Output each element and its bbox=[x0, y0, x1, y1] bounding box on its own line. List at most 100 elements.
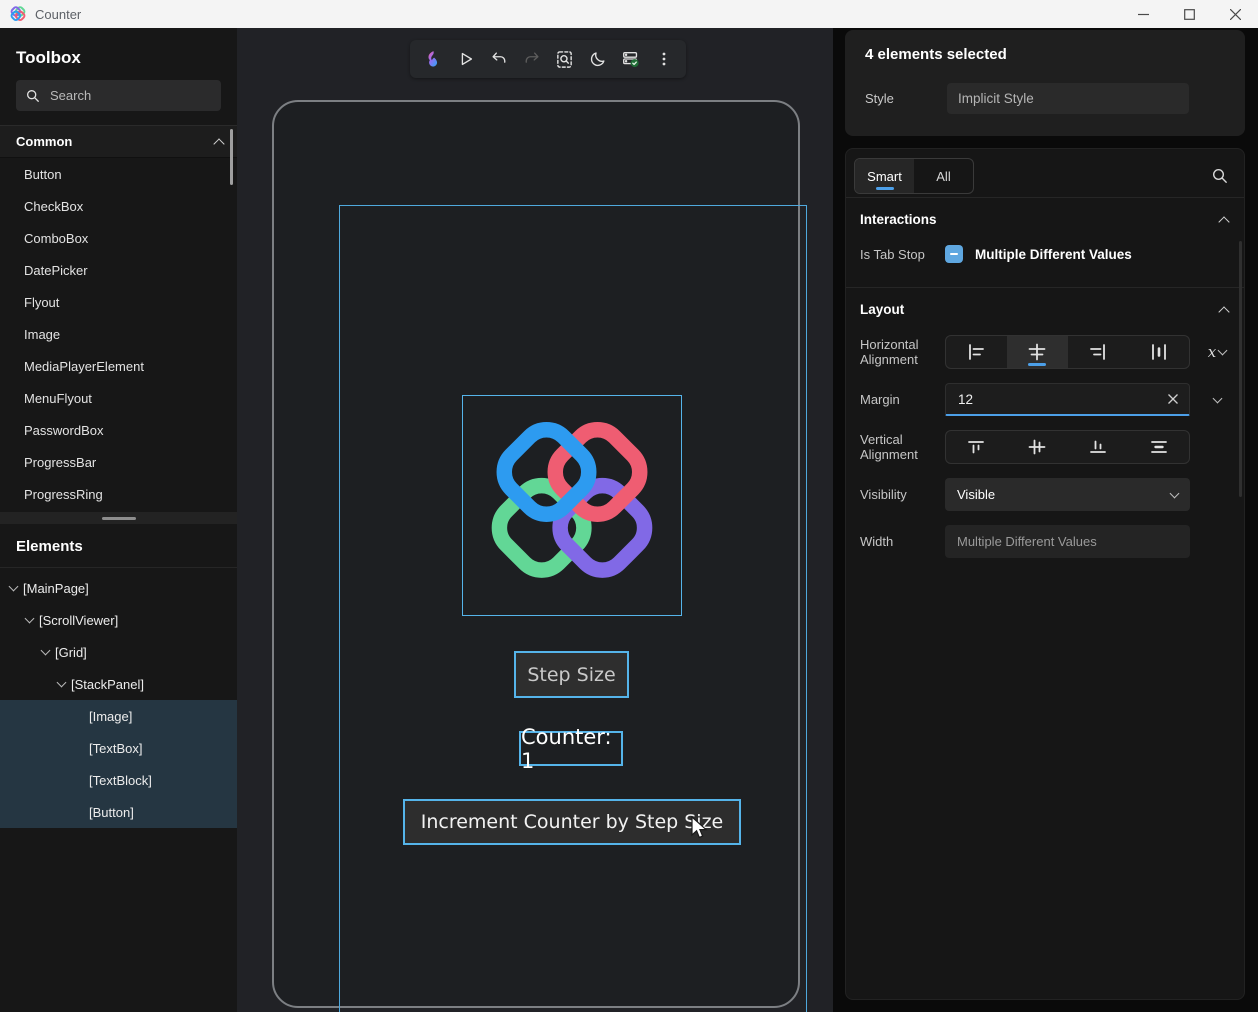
visibility-value: Visible bbox=[957, 487, 995, 502]
visibility-select[interactable]: Visible bbox=[945, 478, 1190, 511]
toolbox-list: Button CheckBox ComboBox DatePicker bbox=[0, 158, 237, 510]
chevron-down-icon[interactable] bbox=[25, 613, 35, 623]
valign-stretch-button[interactable] bbox=[1128, 431, 1189, 463]
margin-label: Margin bbox=[860, 392, 945, 407]
toolbox-item[interactable]: Button bbox=[0, 158, 237, 190]
margin-input-wrap bbox=[945, 383, 1190, 416]
chevron-down-icon[interactable] bbox=[57, 677, 67, 687]
properties-tabs: Smart All bbox=[846, 155, 1244, 197]
width-label: Width bbox=[860, 534, 945, 549]
toolbox-item-label: Button bbox=[24, 167, 62, 182]
search-input[interactable] bbox=[50, 88, 180, 103]
increment-button-label: Increment Counter by Step Size bbox=[421, 811, 724, 833]
properties-card: Smart All Interactions bbox=[845, 148, 1245, 1000]
window-title: Counter bbox=[35, 7, 81, 22]
mouse-cursor bbox=[688, 816, 710, 842]
tree-item[interactable]: [TextBlock] bbox=[0, 764, 237, 796]
toolbox-item-label: ProgressRing bbox=[24, 487, 103, 502]
tree-item[interactable]: [Image] bbox=[0, 700, 237, 732]
visibility-label: Visibility bbox=[860, 487, 945, 502]
toolbox-item[interactable]: MenuFlyout bbox=[0, 382, 237, 414]
halign-left-button[interactable] bbox=[946, 336, 1007, 368]
valign-center-button[interactable] bbox=[1007, 431, 1068, 463]
panel-splitter[interactable] bbox=[0, 512, 237, 524]
tree-item-label: [Image] bbox=[89, 709, 132, 724]
width-input[interactable]: Multiple Different Values bbox=[945, 525, 1190, 558]
toolbox-item[interactable]: Image bbox=[0, 318, 237, 350]
tree-item[interactable]: [MainPage] bbox=[0, 572, 237, 604]
tree-item-label: [TextBox] bbox=[89, 741, 142, 756]
halign-stretch-button[interactable] bbox=[1128, 336, 1189, 368]
toolbox-item-label: ComboBox bbox=[24, 231, 88, 246]
halign-binding-dropdown[interactable]: x bbox=[1190, 343, 1244, 361]
toolbox-item[interactable]: ProgressRing bbox=[0, 478, 237, 510]
toolbox-item-label: Flyout bbox=[24, 295, 59, 310]
minimize-button[interactable] bbox=[1120, 0, 1166, 28]
tab-smart[interactable]: Smart bbox=[855, 159, 914, 193]
tree-item-label: [Button] bbox=[89, 805, 134, 820]
tree-item[interactable]: [ScrollViewer] bbox=[0, 604, 237, 636]
tree-item[interactable]: [Grid] bbox=[0, 636, 237, 668]
counter-text: Counter: 1 bbox=[521, 725, 621, 773]
chevron-up-icon bbox=[1218, 216, 1229, 227]
chevron-down-icon[interactable] bbox=[41, 645, 51, 655]
step-size-placeholder: Step Size bbox=[527, 664, 615, 686]
section-label: Common bbox=[16, 134, 72, 149]
chevron-up-icon bbox=[213, 138, 224, 149]
hot-design-flame-icon[interactable] bbox=[418, 44, 447, 74]
style-input[interactable]: Implicit Style bbox=[947, 83, 1189, 114]
tab-all[interactable]: All bbox=[914, 159, 973, 193]
design-canvas[interactable]: Step Size Counter: 1 Increment Counter b… bbox=[237, 28, 833, 1012]
theme-moon-icon[interactable] bbox=[583, 44, 612, 74]
tree-item[interactable]: [TextBox] bbox=[0, 732, 237, 764]
play-button[interactable] bbox=[451, 44, 480, 74]
search-icon bbox=[26, 89, 40, 103]
chevron-down-icon bbox=[1212, 393, 1222, 403]
valign-bottom-button[interactable] bbox=[1068, 431, 1129, 463]
horizontal-alignment-label: Horizontal Alignment bbox=[860, 337, 945, 367]
image-element[interactable] bbox=[462, 395, 682, 616]
runtime-status-icon[interactable] bbox=[616, 44, 645, 74]
valign-top-button[interactable] bbox=[946, 431, 1007, 463]
halign-center-button[interactable] bbox=[1007, 336, 1068, 368]
maximize-button[interactable] bbox=[1166, 0, 1212, 28]
toolbox-item-label: CheckBox bbox=[24, 199, 83, 214]
is-tab-stop-label: Is Tab Stop bbox=[860, 247, 945, 262]
toolbox-search[interactable] bbox=[16, 80, 221, 111]
selection-card: 4 elements selected Style Implicit Style bbox=[845, 30, 1245, 136]
tree-item[interactable]: [Button] bbox=[0, 796, 237, 828]
counter-textblock[interactable]: Counter: 1 bbox=[519, 731, 623, 766]
more-options-button[interactable] bbox=[649, 44, 678, 74]
toolbox-item-label: DatePicker bbox=[24, 263, 88, 278]
is-tab-stop-checkbox[interactable] bbox=[945, 245, 963, 263]
undo-button[interactable] bbox=[484, 44, 513, 74]
clear-margin-button[interactable] bbox=[1167, 393, 1179, 405]
style-value: Implicit Style bbox=[958, 91, 1034, 106]
toolbox-item[interactable]: ComboBox bbox=[0, 222, 237, 254]
properties-scrollbar[interactable] bbox=[1239, 241, 1242, 497]
toolbox-item[interactable]: PasswordBox bbox=[0, 414, 237, 446]
toolbox-item[interactable]: CheckBox bbox=[0, 190, 237, 222]
toolbox-scrollbar[interactable] bbox=[230, 129, 233, 185]
margin-expand-dropdown[interactable] bbox=[1190, 398, 1244, 402]
zoom-selection-icon[interactable] bbox=[550, 44, 579, 74]
toolbox-item[interactable]: DatePicker bbox=[0, 254, 237, 286]
chevron-down-icon[interactable] bbox=[9, 581, 19, 591]
left-panel: Toolbox Common Button Che bbox=[0, 28, 237, 1012]
app-logo-image bbox=[469, 403, 675, 609]
step-size-textbox[interactable]: Step Size bbox=[514, 651, 629, 698]
tree-item[interactable]: [StackPanel] bbox=[0, 668, 237, 700]
interactions-section-header[interactable]: Interactions bbox=[846, 198, 1244, 237]
horizontal-alignment-control bbox=[945, 335, 1190, 369]
margin-input[interactable] bbox=[958, 392, 1167, 407]
toolbox-section-common[interactable]: Common bbox=[0, 125, 237, 158]
close-button[interactable] bbox=[1212, 0, 1258, 28]
halign-right-button[interactable] bbox=[1068, 336, 1129, 368]
toolbox-item[interactable]: MediaPlayerElement bbox=[0, 350, 237, 382]
toolbox-item[interactable]: ProgressBar bbox=[0, 446, 237, 478]
layout-section-header[interactable]: Layout bbox=[846, 288, 1244, 327]
chevron-down-icon bbox=[1218, 346, 1228, 356]
toolbox-item[interactable]: Flyout bbox=[0, 286, 237, 318]
redo-button[interactable] bbox=[517, 44, 546, 74]
properties-search-icon[interactable] bbox=[1212, 168, 1228, 184]
